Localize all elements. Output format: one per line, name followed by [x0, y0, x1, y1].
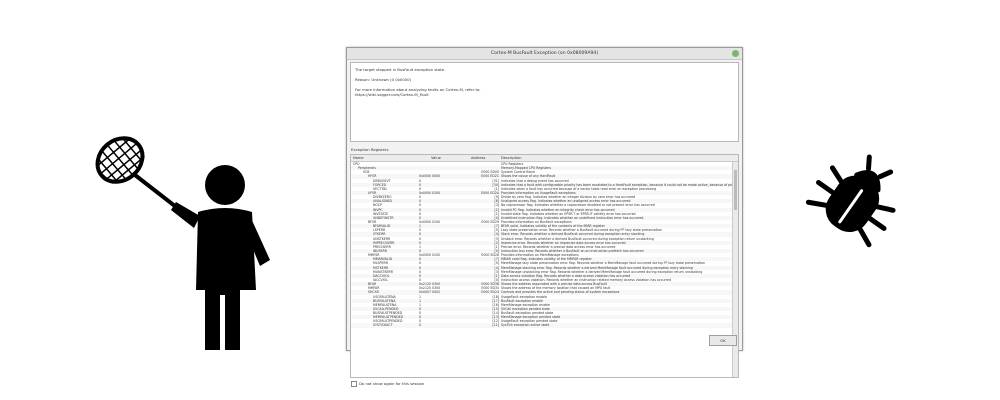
table-body: CPU CPU Registers Peripherals Memory-Mapped… [351, 162, 738, 377]
register-description: SysTick exception active state [501, 323, 550, 328]
bug-net-icon [95, 136, 182, 212]
column-header-description[interactable]: Description [501, 155, 521, 161]
column-header-value[interactable]: Value [431, 155, 441, 161]
checkbox-label: Do not show again for this session [359, 381, 425, 386]
scroll-thumb[interactable] [734, 170, 737, 210]
registers-table: Name Value Address Description CPU CPU Re… [350, 154, 739, 378]
dialog-titlebar: Cortex-M BusFault Exception (on 0x08009A… [347, 48, 742, 60]
person-icon [171, 165, 270, 350]
register-value: 0 [419, 323, 422, 328]
bug-catcher-illustration [95, 136, 270, 350]
table-row[interactable]: SYSTICKACT 0 [11] SysTick exception active … [351, 323, 733, 328]
info-panel: The target stopped in BusFault exception… [350, 62, 739, 142]
info-line: Reason: Unknown (0 0x0000) [355, 77, 412, 82]
close-button[interactable] [732, 50, 739, 57]
info-line: The target stopped in BusFault exception… [355, 67, 446, 72]
do-not-show-checkbox[interactable]: Do not show again for this session [351, 381, 424, 387]
exception-dialog: Cortex-M BusFault Exception (on 0x08009A… [346, 47, 743, 387]
section-label: Exception Registers [351, 147, 389, 152]
column-header-address[interactable]: Address [471, 155, 485, 161]
column-header-name[interactable]: Name [353, 155, 364, 161]
checkbox-box[interactable] [351, 381, 357, 387]
bug-icon [805, 154, 896, 248]
dialog-title: Cortex-M BusFault Exception (on 0x08009A… [490, 51, 599, 56]
table-header: Name Value Address Description [351, 155, 738, 162]
register-address: [11] [492, 323, 499, 328]
info-link[interactable]: https://wiki.segger.com/Cortex-M_Fault [355, 92, 429, 97]
ok-button[interactable]: OK [709, 335, 737, 346]
